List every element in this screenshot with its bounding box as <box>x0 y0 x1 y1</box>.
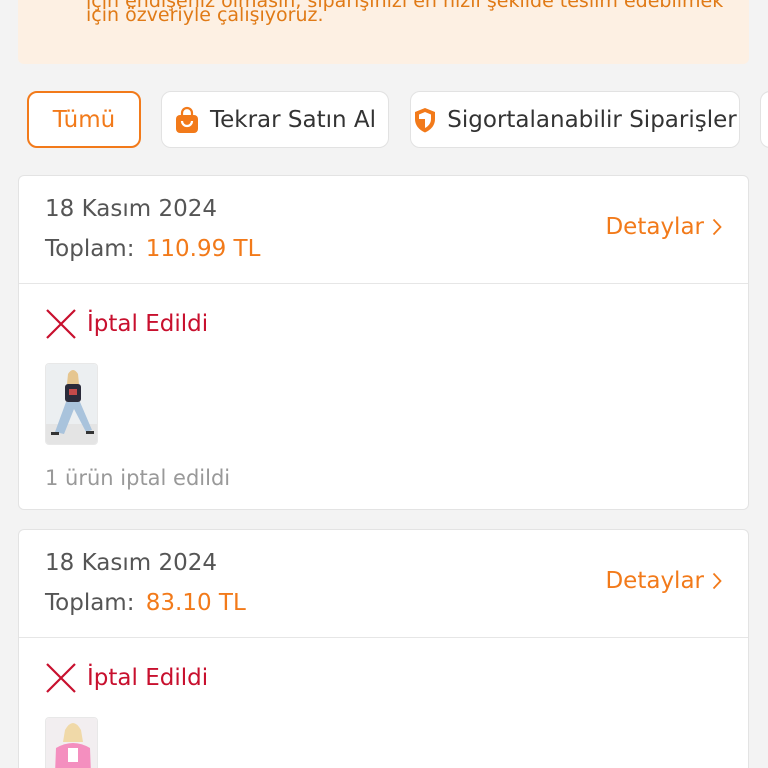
product-thumbnail[interactable] <box>45 363 98 445</box>
order-total-label: Toplam: <box>45 590 135 616</box>
filter-insurable-label: Sigortalanabilir Siparişler <box>447 106 737 133</box>
cancel-note: 1 ürün iptal edildi <box>45 466 231 490</box>
filter-all-label: Tümü <box>52 106 116 133</box>
order-details-link[interactable]: Detaylar <box>605 568 722 594</box>
order-status: İptal Edildi <box>45 662 208 694</box>
product-thumbnail[interactable] <box>45 717 98 768</box>
order-total-amount: 83.10 TL <box>145 590 246 616</box>
order-total-amount: 110.99 TL <box>145 236 261 262</box>
filter-rebuy-label: Tekrar Satın Al <box>209 106 377 133</box>
order-header: 18 Kasım 2024 Toplam: 110.99 TL Detaylar <box>19 176 748 284</box>
filter-all-chip[interactable]: Tümü <box>27 91 141 148</box>
order-status-label: İptal Edildi <box>87 311 209 337</box>
cancel-x-icon <box>45 308 77 340</box>
order-total: Toplam: 110.99 TL <box>45 236 260 262</box>
order-date: 18 Kasım 2024 <box>45 196 217 222</box>
order-details-link[interactable]: Detaylar <box>605 214 722 240</box>
chevron-right-icon <box>712 572 722 590</box>
order-card: 18 Kasım 2024 Toplam: 83.10 TL Detaylar … <box>18 529 749 768</box>
filter-insurable-chip[interactable]: Sigortalanabilir Siparişler <box>410 91 740 148</box>
order-details-label: Detaylar <box>605 568 704 594</box>
shopping-bag-icon <box>174 106 200 134</box>
order-status: İptal Edildi <box>45 308 208 340</box>
orders-page: için endişeniz olmasın, siparişinizi en … <box>0 0 768 768</box>
order-status-label: İptal Edildi <box>87 665 209 691</box>
order-details-label: Detaylar <box>605 214 704 240</box>
shield-icon <box>413 106 437 134</box>
cancel-x-icon <box>45 662 77 694</box>
filter-rebuy-chip[interactable]: Tekrar Satın Al <box>161 91 389 148</box>
order-card: 18 Kasım 2024 Toplam: 110.99 TL Detaylar… <box>18 175 749 510</box>
chevron-right-icon <box>712 218 722 236</box>
order-filter-bar: Tümü Tekrar Satın Al Sigortalanabilir Si… <box>0 91 768 149</box>
filter-more-chip[interactable] <box>760 91 768 148</box>
info-notice: için endişeniz olmasın, siparişinizi en … <box>18 0 749 64</box>
order-total-label: Toplam: <box>45 236 135 262</box>
order-header: 18 Kasım 2024 Toplam: 83.10 TL Detaylar <box>19 530 748 638</box>
order-date: 18 Kasım 2024 <box>45 550 217 576</box>
order-total: Toplam: 83.10 TL <box>45 590 246 616</box>
notice-line-2: için özveriyle çalışıyoruz. <box>86 4 324 26</box>
